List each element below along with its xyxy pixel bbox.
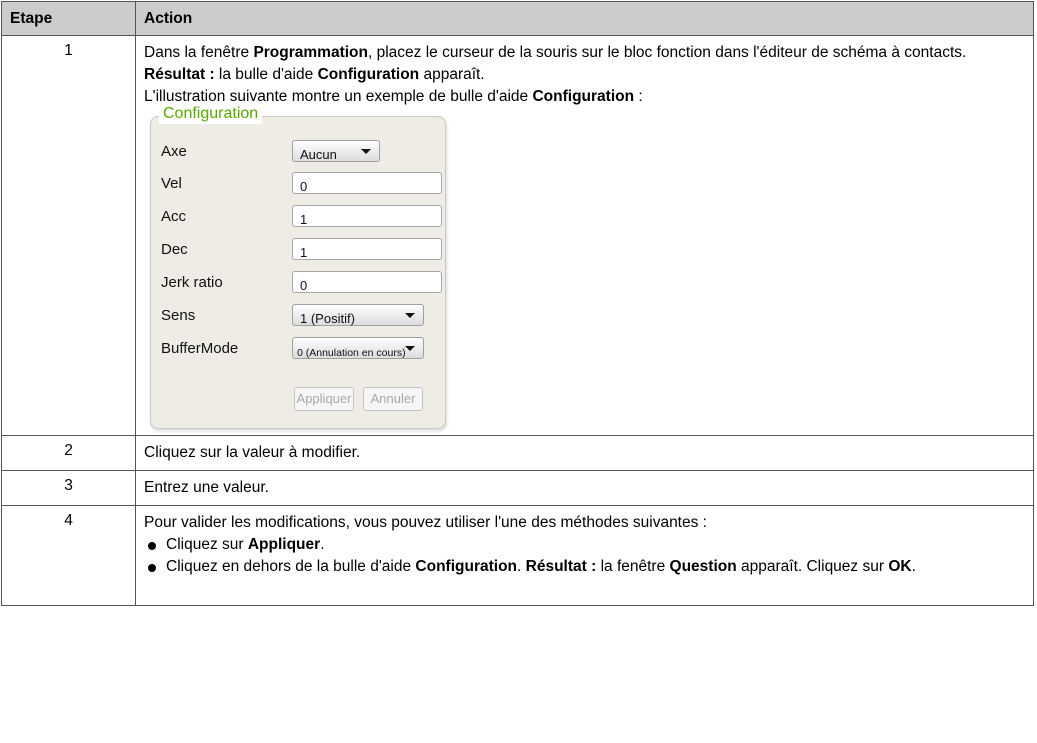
list-item: Cliquez en dehors de la bulle d'aide Con… (144, 556, 1025, 578)
step-action: Entrez une valeur. (135, 470, 1034, 506)
table-header-row: Etape Action (1, 1, 1034, 36)
table-row: 1 Dans la fenêtre Programmation, placez … (1, 35, 1034, 436)
acc-input[interactable]: 1 (292, 205, 442, 227)
jerk-ratio-label: Jerk ratio (161, 274, 223, 291)
list-item: Cliquez sur Appliquer. (144, 534, 1025, 556)
step-number: 4 (1, 505, 136, 606)
methods-intro: Pour valider les modifications, vous pou… (144, 514, 707, 531)
methods-list: Cliquez sur Appliquer. Cliquez en dehors… (144, 534, 1025, 578)
vel-label: Vel (161, 175, 182, 192)
dec-input[interactable]: 1 (292, 238, 442, 260)
table-row: 3 Entrez une valeur. (1, 470, 1034, 506)
step-number: 1 (1, 35, 136, 436)
acc-label: Acc (161, 208, 187, 225)
axe-label: Axe (161, 143, 187, 160)
buffermode-select[interactable]: 0 (Annulation en cours) (292, 337, 424, 359)
step-number: 3 (1, 470, 136, 506)
table-row: 2 Cliquez sur la valeur à modifier. (1, 435, 1034, 471)
configuration-tooltip: Configuration Axe Aucun Vel 0 Acc 1 Dec … (150, 104, 446, 429)
table-row: 4 Pour valider les modifications, vous p… (1, 505, 1034, 606)
apply-button[interactable]: Appliquer (294, 387, 354, 411)
jerk-ratio-input[interactable]: 0 (292, 271, 442, 293)
chevron-down-icon (361, 149, 371, 154)
step-action: Pour valider les modifications, vous pou… (135, 505, 1034, 606)
step-action: Dans la fenêtre Programmation, placez le… (135, 35, 1034, 436)
illustration-caption: L'illustration suivante montre un exempl… (144, 88, 643, 105)
chevron-down-icon (405, 346, 415, 351)
step-number: 2 (1, 435, 136, 471)
cancel-button[interactable]: Annuler (363, 387, 423, 411)
header-action: Action (135, 1, 1034, 36)
sens-label: Sens (161, 307, 196, 324)
steps-table: Etape Action 1 Dans la fenêtre Programma… (1, 1, 1034, 606)
dec-label: Dec (161, 241, 188, 258)
step-result: Résultat : la bulle d'aide Configuration… (144, 66, 485, 83)
buffermode-label: BufferMode (161, 340, 239, 357)
step-action: Cliquez sur la valeur à modifier. (135, 435, 1034, 471)
vel-input[interactable]: 0 (292, 172, 442, 194)
step-instruction: Dans la fenêtre Programmation, placez le… (144, 44, 967, 61)
configuration-title: Configuration (159, 104, 263, 124)
header-etape: Etape (1, 1, 136, 36)
axe-select[interactable]: Aucun (292, 140, 380, 162)
chevron-down-icon (405, 313, 415, 318)
sens-select[interactable]: 1 (Positif) (292, 304, 424, 326)
